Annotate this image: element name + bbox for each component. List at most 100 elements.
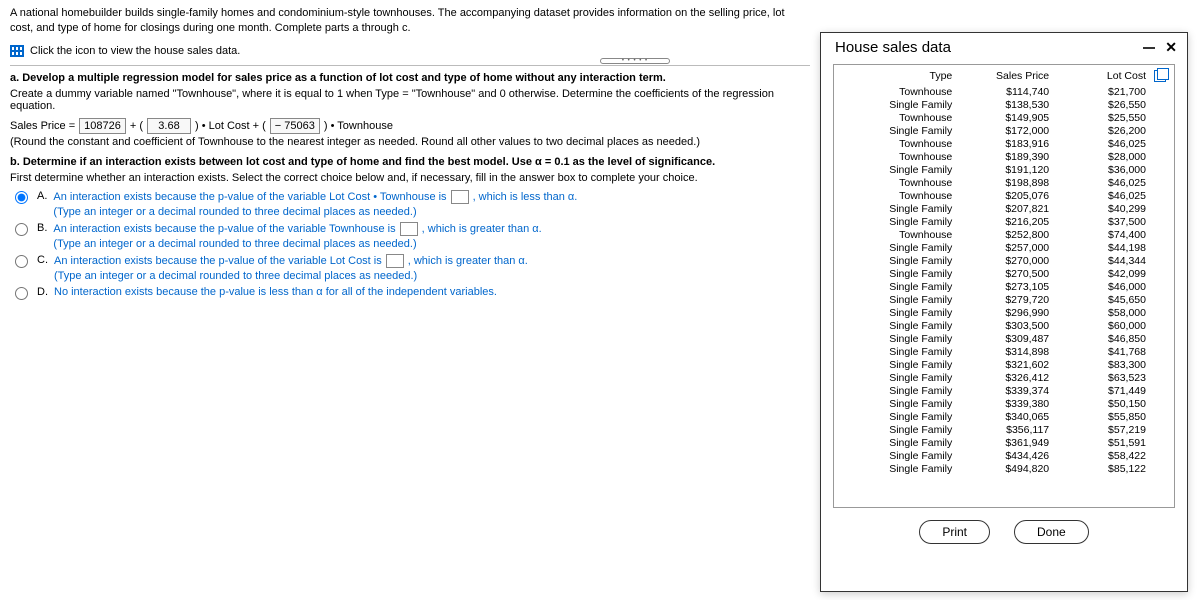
table-cell-spacer — [1150, 254, 1168, 267]
table-cell-spacer — [1150, 215, 1168, 228]
table-cell-spacer — [1150, 163, 1168, 176]
choice-a-text1: An interaction exists because the p-valu… — [53, 191, 446, 203]
choice-b-input[interactable] — [400, 222, 418, 236]
print-button[interactable]: Print — [919, 520, 990, 544]
minimize-icon[interactable] — [1143, 47, 1155, 49]
table-cell-type: Single Family — [840, 384, 956, 397]
eq-coef2-input[interactable]: − 75063 — [270, 118, 320, 134]
table-cell-spacer — [1150, 462, 1168, 475]
table-cell-lot: $63,523 — [1053, 371, 1150, 384]
close-icon[interactable]: ✕ — [1165, 39, 1177, 56]
choice-d-text: No interaction exists because the p-valu… — [54, 286, 497, 298]
table-cell-type: Townhouse — [840, 189, 956, 202]
table-cell-lot: $55,850 — [1053, 410, 1150, 423]
radio-d[interactable] — [15, 287, 28, 300]
eq-text: + ( — [130, 120, 143, 132]
eq-text: ) • Townhouse — [324, 120, 393, 132]
divider — [10, 65, 810, 66]
table-cell-spacer — [1150, 228, 1168, 241]
choice-a-input[interactable] — [451, 190, 469, 204]
table-cell-type: Townhouse — [840, 150, 956, 163]
table-cell-lot: $46,025 — [1053, 176, 1150, 189]
modal-title: House sales data — [835, 39, 951, 56]
problem-intro: A national homebuilder builds single-fam… — [10, 6, 810, 37]
table-cell-lot: $44,198 — [1053, 241, 1150, 254]
choice-b-hint: (Type an integer or a decimal rounded to… — [53, 238, 541, 250]
table-cell-spacer — [1150, 176, 1168, 189]
table-cell-price: $189,390 — [956, 150, 1053, 163]
choice-c-input[interactable] — [386, 254, 404, 268]
table-cell-spacer — [1150, 241, 1168, 254]
choice-a[interactable]: A. An interaction exists because the p-v… — [10, 190, 810, 218]
table-cell-type: Townhouse — [840, 111, 956, 124]
table-cell-lot: $58,000 — [1053, 306, 1150, 319]
table-cell-spacer — [1150, 111, 1168, 124]
table-cell-spacer — [1150, 319, 1168, 332]
table-cell-type: Single Family — [840, 124, 956, 137]
col-lot: Lot Cost — [1053, 69, 1150, 85]
table-cell-price: $114,740 — [956, 85, 1053, 98]
table-cell-price: $138,530 — [956, 98, 1053, 111]
view-data-link[interactable]: Click the icon to view the house sales d… — [30, 45, 240, 57]
eq-constant-input[interactable]: 108726 — [79, 118, 126, 134]
table-cell-spacer — [1150, 384, 1168, 397]
choice-b-text1: An interaction exists because the p-valu… — [53, 223, 395, 235]
table-cell-type: Single Family — [840, 358, 956, 371]
table-cell-type: Townhouse — [840, 176, 956, 189]
table-cell-lot: $44,344 — [1053, 254, 1150, 267]
table-cell-type: Single Family — [840, 410, 956, 423]
table-cell-lot: $60,000 — [1053, 319, 1150, 332]
table-cell-price: $434,426 — [956, 449, 1053, 462]
table-cell-type: Single Family — [840, 215, 956, 228]
table-cell-lot: $85,122 — [1053, 462, 1150, 475]
table-cell-lot: $51,591 — [1053, 436, 1150, 449]
table-cell-lot: $58,422 — [1053, 449, 1150, 462]
copy-icon[interactable] — [1154, 70, 1166, 82]
eq-coef1-input[interactable]: 3.68 — [147, 118, 191, 134]
choice-c-text1: An interaction exists because the p-valu… — [54, 255, 382, 267]
col-type: Type — [840, 69, 956, 85]
table-cell-spacer — [1150, 98, 1168, 111]
table-cell-type: Single Family — [840, 293, 956, 306]
table-cell-type: Single Family — [840, 449, 956, 462]
eq-prefix: Sales Price = — [10, 120, 75, 132]
table-cell-spacer — [1150, 202, 1168, 215]
table-cell-spacer — [1150, 410, 1168, 423]
table-cell-lot: $40,299 — [1053, 202, 1150, 215]
table-cell-spacer — [1150, 267, 1168, 280]
choice-b[interactable]: B. An interaction exists because the p-v… — [10, 222, 810, 250]
table-cell-lot: $26,550 — [1053, 98, 1150, 111]
radio-b[interactable] — [15, 223, 28, 236]
modal-body: Type Sales Price Lot Cost Townhouse$114,… — [833, 64, 1175, 508]
table-cell-lot: $50,150 — [1053, 397, 1150, 410]
choice-d-label: D. — [37, 286, 48, 298]
table-cell-type: Single Family — [840, 241, 956, 254]
radio-a[interactable] — [15, 191, 28, 204]
table-cell-price: $339,374 — [956, 384, 1053, 397]
table-cell-price: $252,800 — [956, 228, 1053, 241]
table-cell-price: $326,412 — [956, 371, 1053, 384]
done-button[interactable]: Done — [1014, 520, 1089, 544]
regression-equation: Sales Price = 108726 + ( 3.68 ) • Lot Co… — [10, 118, 810, 134]
choice-d[interactable]: D. No interaction exists because the p-v… — [10, 286, 810, 300]
table-icon[interactable] — [10, 45, 24, 57]
part-b-sub: First determine whether an interaction e… — [10, 172, 810, 184]
table-cell-price: $270,500 — [956, 267, 1053, 280]
table-cell-type: Single Family — [840, 423, 956, 436]
choice-c-hint: (Type an integer or a decimal rounded to… — [54, 270, 528, 282]
table-cell-lot: $26,200 — [1053, 124, 1150, 137]
table-cell-price: $494,820 — [956, 462, 1053, 475]
table-cell-type: Townhouse — [840, 85, 956, 98]
choice-c[interactable]: C. An interaction exists because the p-v… — [10, 254, 810, 282]
choice-b-text2: , which is greater than α. — [422, 223, 542, 235]
copy-cell[interactable] — [1150, 69, 1168, 85]
table-cell-price: $216,205 — [956, 215, 1053, 228]
table-cell-spacer — [1150, 137, 1168, 150]
choice-c-text2: , which is greater than α. — [408, 255, 528, 267]
view-data-row: Click the icon to view the house sales d… — [10, 45, 810, 57]
table-cell-type: Townhouse — [840, 137, 956, 150]
drag-handle-icon[interactable]: • • • • • — [600, 58, 670, 64]
table-cell-lot: $46,025 — [1053, 189, 1150, 202]
radio-c[interactable] — [15, 255, 28, 268]
part-a-note: (Round the constant and coefficient of T… — [10, 136, 810, 148]
